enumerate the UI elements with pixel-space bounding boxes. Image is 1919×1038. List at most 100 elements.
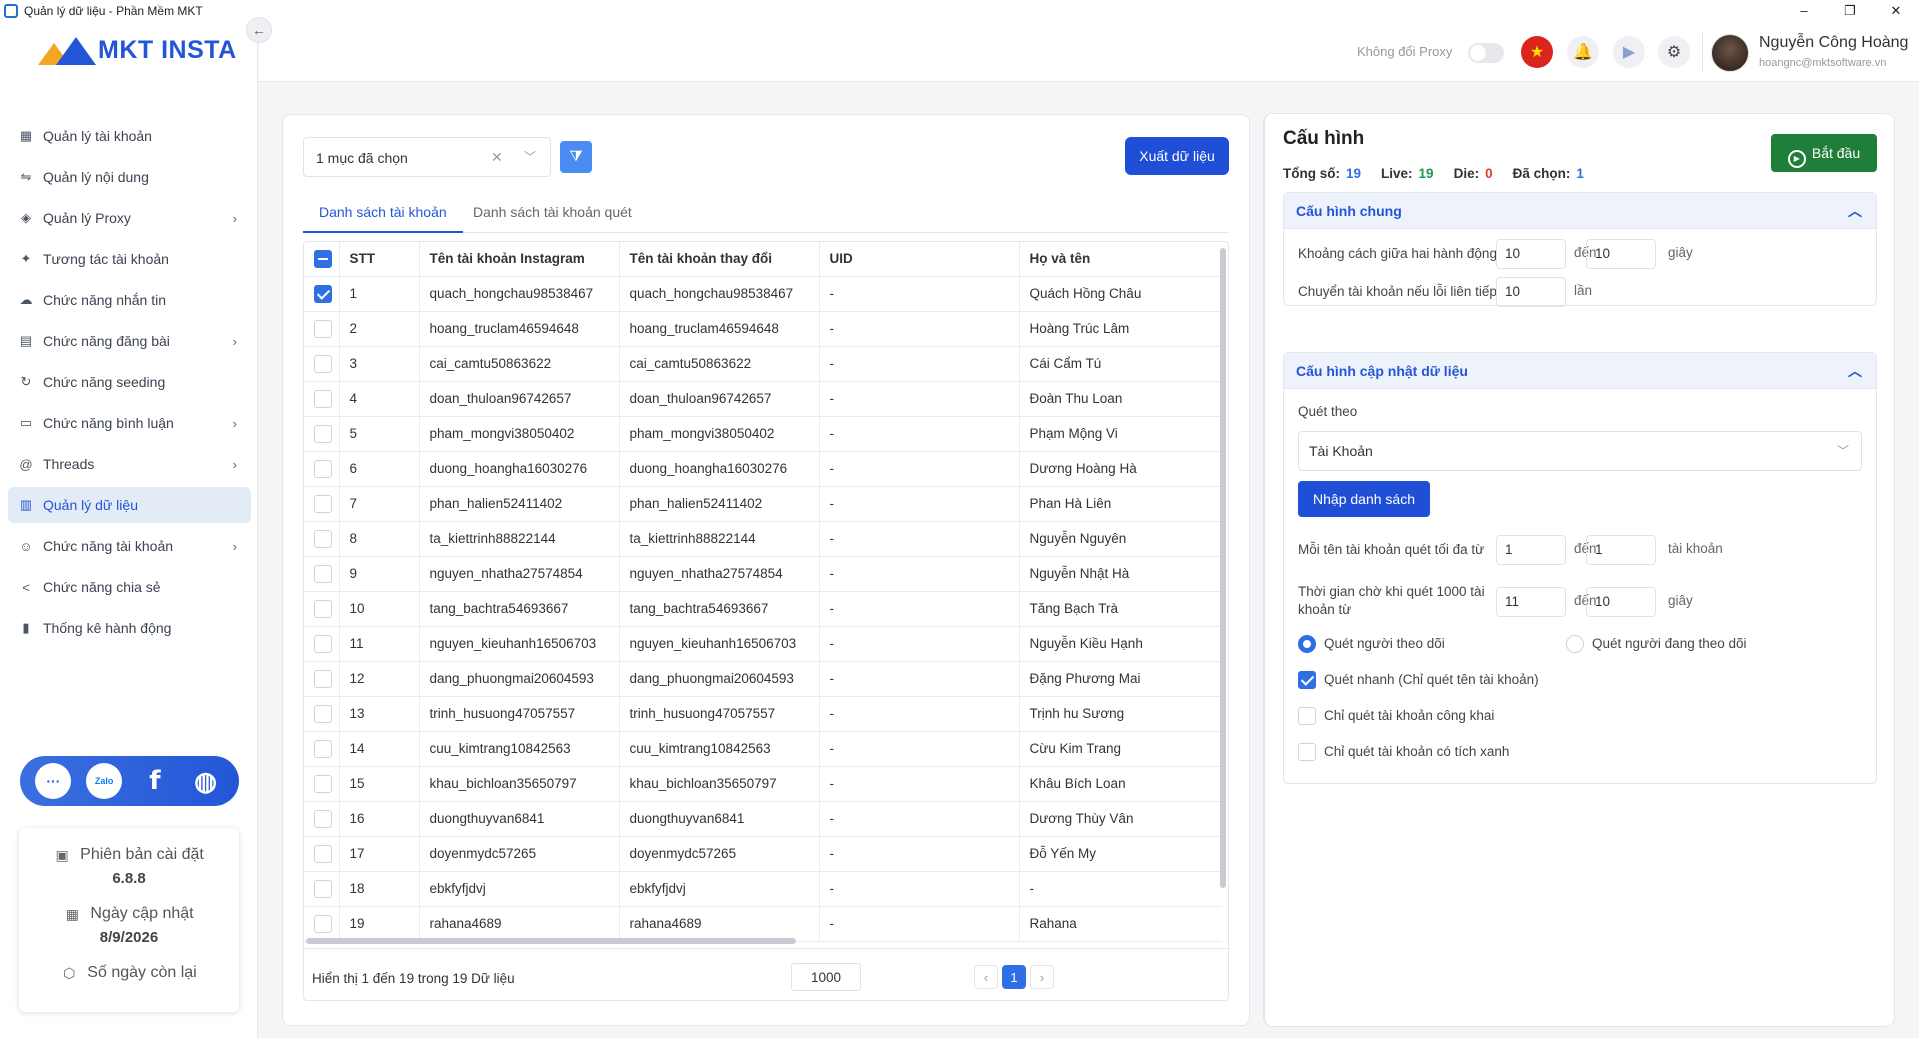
sidebar-item[interactable]: @ Threads › xyxy=(8,446,251,482)
column-header[interactable]: Tên tài khoản thay đổi xyxy=(619,242,820,277)
row-checkbox[interactable] xyxy=(314,354,332,373)
column-header[interactable]: STT xyxy=(339,242,420,277)
table-row[interactable]: 4 doan_thuloan96742657 doan_thuloan9674265… xyxy=(304,381,1222,417)
play-video-icon[interactable]: ▶ xyxy=(1613,36,1645,68)
sidebar-item[interactable]: ⇋ Quản lý nội dung xyxy=(8,159,251,195)
table-row[interactable]: 14 cuu_kimtrang10842563 cuu_kimtrang108425… xyxy=(304,731,1222,767)
sidebar-item[interactable]: ◈ Quản lý Proxy › xyxy=(8,200,251,236)
max-from-input[interactable]: 1 xyxy=(1496,535,1566,565)
row-checkbox[interactable] xyxy=(314,389,332,408)
filter-off-button[interactable]: ⧩ xyxy=(560,141,592,173)
tab-scanned-account-list[interactable]: Danh sách tài khoản quét xyxy=(457,199,648,233)
table-row[interactable]: 5 pham_mongvi38050402 pham_mongvi38050402-… xyxy=(304,416,1222,452)
sidebar-item[interactable]: ▮ Thống kê hành động xyxy=(8,610,251,646)
vertical-scrollbar[interactable] xyxy=(1220,248,1226,888)
start-button[interactable]: ▶ Bắt đầu xyxy=(1771,134,1877,172)
table-row[interactable]: 7 phan_halien52411402 phan_halien52411402-… xyxy=(304,486,1222,522)
table-row[interactable]: 18 ebkfyfjdvj ebkfyfjdvj - - xyxy=(304,871,1222,907)
page-size-input[interactable]: 1000 xyxy=(791,963,861,991)
select-all-checkbox[interactable] xyxy=(314,249,332,268)
proxy-toggle[interactable] xyxy=(1468,43,1504,63)
next-page-button[interactable]: › xyxy=(1030,965,1054,989)
max-to-input[interactable]: 1 xyxy=(1586,535,1656,565)
vietnam-flag-icon[interactable]: ★ xyxy=(1521,36,1553,68)
row-checkbox[interactable] xyxy=(314,879,332,898)
row-checkbox[interactable] xyxy=(314,424,332,443)
row-checkbox[interactable] xyxy=(314,459,332,478)
column-header[interactable]: Tên tài khoản Instagram xyxy=(419,242,620,277)
bell-icon[interactable]: 🔔 xyxy=(1567,36,1599,68)
row-checkbox[interactable] xyxy=(314,599,332,618)
switch-account-input[interactable]: 10 xyxy=(1496,277,1566,307)
row-checkbox[interactable] xyxy=(314,844,332,863)
table-row[interactable]: 12 dang_phuongmai20604593 dang_phuongmai20… xyxy=(304,661,1222,697)
update-config-header[interactable]: Cấu hình cập nhật dữ liệu ︿ xyxy=(1284,353,1876,389)
sidebar-item[interactable]: < Chức năng chia sẻ xyxy=(8,569,251,605)
radio-scan-following[interactable] xyxy=(1566,635,1584,653)
table-row[interactable]: 8 ta_kiettrinh88822144 ta_kiettrinh8882214… xyxy=(304,521,1222,557)
table-row[interactable]: 6 duong_hoangha16030276 duong_hoangha16030… xyxy=(304,451,1222,487)
horizontal-scrollbar[interactable] xyxy=(306,938,796,944)
row-checkbox[interactable] xyxy=(314,739,332,758)
import-list-button[interactable]: Nhập danh sách xyxy=(1298,481,1430,517)
row-checkbox[interactable] xyxy=(314,529,332,548)
radio-scan-followers[interactable] xyxy=(1298,635,1316,653)
page-button[interactable]: 1 xyxy=(1002,965,1026,989)
public-only-checkbox[interactable] xyxy=(1298,707,1316,725)
table-row[interactable]: 9 nguyen_nhatha27574854 nguyen_nhatha27574… xyxy=(304,556,1222,592)
row-checkbox[interactable] xyxy=(314,914,332,933)
table-row[interactable]: 11 nguyen_kieuhanh16506703 nguyen_kieuhanh… xyxy=(304,626,1222,662)
row-checkbox[interactable] xyxy=(314,634,332,653)
row-checkbox[interactable] xyxy=(314,669,332,688)
website-globe-icon[interactable]: ◍ xyxy=(188,763,224,799)
table-row[interactable]: 15 khau_bichloan35650797 khau_bichloan3565… xyxy=(304,766,1222,802)
row-checkbox[interactable] xyxy=(314,704,332,723)
sidebar-item[interactable]: ▤ Chức năng đăng bài › xyxy=(8,323,251,359)
table-row[interactable]: 17 doyenmydc57265 doyenmydc57265- Đỗ Yến My xyxy=(304,836,1222,872)
selection-select[interactable]: 1 mục đã chọn ✕ ﹀ xyxy=(303,137,551,177)
clear-icon[interactable]: ✕ xyxy=(491,149,503,166)
avatar[interactable] xyxy=(1711,34,1749,72)
row-checkbox[interactable] xyxy=(314,564,332,583)
wait-to-input[interactable]: 10 xyxy=(1586,587,1656,617)
zalo-icon[interactable]: Zalo xyxy=(86,763,123,799)
column-header[interactable]: UID xyxy=(819,242,1020,277)
table-row[interactable]: 3 cai_camtu50863622 cai_camtu50863622- Cái … xyxy=(304,346,1222,382)
table-row[interactable]: 16 duongthuyvan6841 duongthuyvan6841- Dương… xyxy=(304,801,1222,837)
delay-to-input[interactable]: 10 xyxy=(1586,239,1656,269)
wait-from-input[interactable]: 11 xyxy=(1496,587,1566,617)
row-checkbox[interactable] xyxy=(314,809,332,828)
verified-only-checkbox[interactable] xyxy=(1298,743,1316,761)
sidebar-item[interactable]: ↻ Chức năng seeding xyxy=(8,364,251,400)
table-row[interactable]: 2 hoang_truclam46594648 hoang_truclam46594… xyxy=(304,311,1222,347)
prev-page-button[interactable]: ‹ xyxy=(974,965,998,989)
collapse-sidebar-button[interactable]: ← xyxy=(246,17,272,43)
table-row[interactable]: 1 quach_hongchau98538467 quach_hongchau985… xyxy=(304,276,1222,312)
scan-by-select[interactable]: Tài Khoản ﹀ xyxy=(1298,431,1862,471)
table-row[interactable]: 10 tang_bachtra54693667 tang_bachtra546936… xyxy=(304,591,1222,627)
maximize-button[interactable]: ❐ xyxy=(1827,0,1873,22)
row-checkbox[interactable] xyxy=(314,774,332,793)
minimize-button[interactable]: – xyxy=(1781,0,1827,22)
sidebar-item[interactable]: ✦ Tương tác tài khoản xyxy=(8,241,251,277)
row-checkbox[interactable] xyxy=(314,494,332,513)
general-config-header[interactable]: Cấu hình chung ︿ xyxy=(1284,193,1876,229)
facebook-icon[interactable]: f xyxy=(137,763,173,799)
chevron-up-icon[interactable]: ︿ xyxy=(1848,353,1862,389)
delay-from-input[interactable]: 10 xyxy=(1496,239,1566,269)
gear-icon[interactable]: ⚙ xyxy=(1658,36,1690,68)
fast-scan-checkbox[interactable] xyxy=(1298,671,1316,689)
tab-account-list[interactable]: Danh sách tài khoản xyxy=(303,199,463,233)
row-checkbox[interactable] xyxy=(314,284,332,303)
chevron-up-icon[interactable]: ︿ xyxy=(1848,193,1862,229)
sidebar-item[interactable]: ▥ Quản lý dữ liệu xyxy=(8,487,251,523)
column-header[interactable]: Họ và tên xyxy=(1019,242,1222,277)
sidebar-item[interactable]: ▭ Chức năng bình luận › xyxy=(8,405,251,441)
table-row[interactable]: 13 trinh_husuong47057557 trinh_husuong4705… xyxy=(304,696,1222,732)
sidebar-item[interactable]: ☺ Chức năng tài khoản › xyxy=(8,528,251,564)
close-button[interactable]: ✕ xyxy=(1873,0,1919,22)
support-chat-icon[interactable]: ··· xyxy=(35,763,72,799)
sidebar-item[interactable]: ▦ Quản lý tài khoản xyxy=(8,118,251,154)
export-data-button[interactable]: Xuất dữ liệu xyxy=(1125,137,1229,175)
sidebar-item[interactable]: ☁ Chức năng nhắn tin xyxy=(8,282,251,318)
